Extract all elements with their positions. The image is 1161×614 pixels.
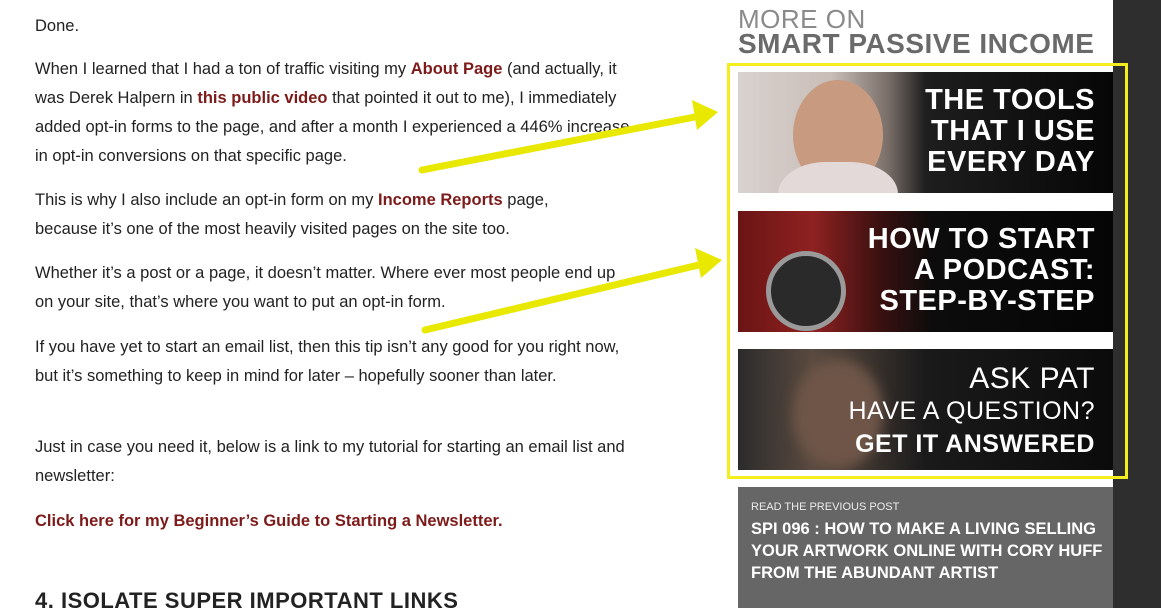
arrow-to-tools-banner <box>418 100 718 174</box>
arrow-to-podcast-banner <box>421 248 722 334</box>
annotation-arrows <box>418 100 722 334</box>
